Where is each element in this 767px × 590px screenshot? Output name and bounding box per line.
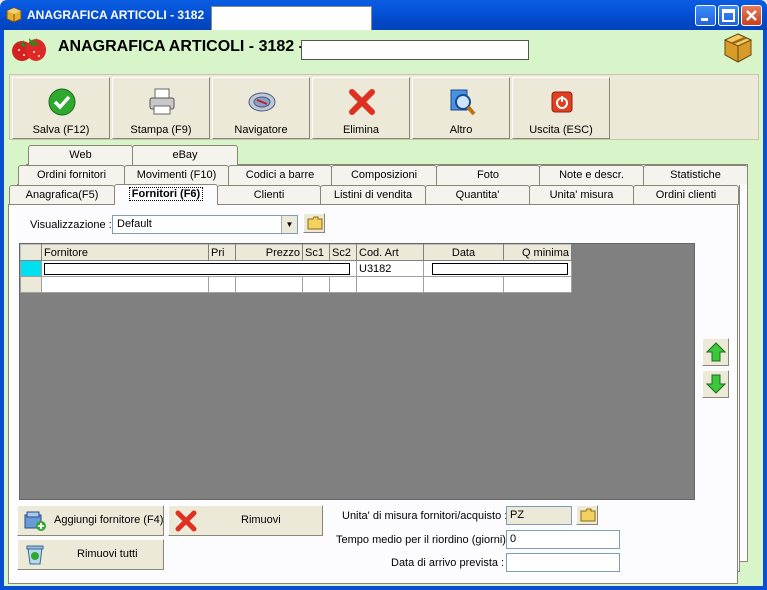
recycle-bin-icon xyxy=(26,545,44,565)
view-folder-button[interactable] xyxy=(303,213,325,233)
navigator-button[interactable]: Navigatore xyxy=(212,77,310,139)
tab-ordini-fornitori[interactable]: Ordini fornitori xyxy=(18,165,125,185)
toolbar: Salva (F12) Stampa (F9) Navigatore Elimi… xyxy=(9,74,759,140)
view-select[interactable]: Default ▼ xyxy=(112,215,298,234)
close-icon xyxy=(746,10,757,21)
table-header-row: Fornitore Pri Prezzo Sc1 Sc2 Cod. Art Da… xyxy=(20,244,572,261)
suppliers-grid[interactable]: Fornitore Pri Prezzo Sc1 Sc2 Cod. Art Da… xyxy=(19,243,695,500)
cell-fornitore[interactable] xyxy=(41,260,357,277)
arrival-date-label: Data di arrivo prevista : xyxy=(391,557,505,569)
suppliers-table: Fornitore Pri Prezzo Sc1 Sc2 Cod. Art Da… xyxy=(20,244,572,293)
delete-x-icon xyxy=(349,89,375,115)
lead-time-label: Tempo medio per il riordino (giorni) : xyxy=(336,534,513,546)
maximize-icon xyxy=(722,9,735,22)
delete-button[interactable]: Elimina xyxy=(312,77,410,139)
title-bar: ANAGRAFICA ARTICOLI - 3182 xyxy=(0,0,767,30)
check-icon xyxy=(48,88,76,116)
app-cube-icon xyxy=(6,7,22,23)
header-bar: ANAGRAFICA ARTICOLI - 3182 - xyxy=(4,30,763,68)
cell-data[interactable] xyxy=(423,260,572,277)
table-row[interactable]: U3182 xyxy=(20,260,572,277)
tab-ordini-clienti[interactable]: Ordini clienti xyxy=(633,185,739,205)
power-icon xyxy=(551,91,573,113)
col-fornitore[interactable]: Fornitore xyxy=(41,244,209,261)
col-sc2[interactable]: Sc2 xyxy=(329,244,357,261)
tab-listini-di-vendita[interactable]: Listini di vendita xyxy=(320,185,426,205)
delete-x-icon xyxy=(175,510,197,532)
tab-anagrafica[interactable]: Anagrafica(F5) xyxy=(9,185,115,205)
row-selector[interactable] xyxy=(20,260,42,277)
tab-foto[interactable]: Foto xyxy=(436,165,540,185)
remove-all-button[interactable]: Rimuovi tutti xyxy=(17,539,164,570)
col-cod-art[interactable]: Cod. Art xyxy=(356,244,424,261)
minimize-icon xyxy=(701,18,708,21)
print-button[interactable]: Stampa (F9) xyxy=(112,77,210,139)
tab-quantita[interactable]: Quantita' xyxy=(425,185,530,205)
move-down-button[interactable] xyxy=(702,370,729,398)
folder-icon xyxy=(580,508,596,522)
arrow-down-icon xyxy=(706,374,726,394)
close-window-button[interactable] xyxy=(741,5,762,26)
window-title: ANAGRAFICA ARTICOLI - 3182 xyxy=(27,8,205,22)
maximize-button[interactable] xyxy=(718,5,739,26)
save-button[interactable]: Salva (F12) xyxy=(12,77,110,139)
minimize-button[interactable] xyxy=(695,5,716,26)
tab-fornitori[interactable]: Fornitori (F6) xyxy=(114,184,218,205)
navigator-icon xyxy=(248,92,276,112)
col-q-minima[interactable]: Q minima xyxy=(503,244,572,261)
strawberry-icon xyxy=(12,38,46,61)
tab-ebay[interactable]: eBay xyxy=(132,145,238,165)
lead-time-field[interactable]: 0 xyxy=(506,530,620,549)
arrow-up-icon xyxy=(706,342,726,362)
col-prezzo[interactable]: Prezzo xyxy=(235,244,303,261)
col-pri[interactable]: Pri xyxy=(208,244,236,261)
title-input-box xyxy=(301,40,529,60)
col-sc1[interactable]: Sc1 xyxy=(302,244,330,261)
printer-icon xyxy=(149,88,175,115)
unit-field[interactable]: PZ xyxy=(506,506,572,525)
view-label: Visualizzazione : xyxy=(30,219,112,231)
add-supplier-icon xyxy=(24,511,46,531)
move-up-button[interactable] xyxy=(702,338,729,366)
tab-clienti[interactable]: Clienti xyxy=(217,185,321,205)
folder-icon xyxy=(307,216,323,230)
exit-button[interactable]: Uscita (ESC) xyxy=(512,77,610,139)
other-button[interactable]: Altro xyxy=(412,77,510,139)
page-title: ANAGRAFICA ARTICOLI - 3182 - xyxy=(58,38,304,55)
table-row-new[interactable] xyxy=(20,276,572,293)
add-supplier-button[interactable]: Aggiungi fornitore (F4) xyxy=(17,505,164,536)
tab-composizioni[interactable]: Composizioni xyxy=(331,165,437,185)
col-data[interactable]: Data xyxy=(423,244,504,261)
arrival-date-field[interactable] xyxy=(506,553,620,572)
cell-cod-art[interactable]: U3182 xyxy=(356,260,424,277)
cube-icon xyxy=(723,33,753,63)
remove-button[interactable]: Rimuovi xyxy=(168,505,323,536)
unit-folder-button[interactable] xyxy=(576,505,598,525)
unit-label: Unita' di misura fornitori/acquisto : xyxy=(342,510,508,522)
search-icon xyxy=(450,89,476,116)
tab-unita-misura[interactable]: Unita' misura xyxy=(529,185,634,205)
tab-movimenti[interactable]: Movimenti (F10) xyxy=(124,165,229,185)
tab-note-descr[interactable]: Note e descr. xyxy=(539,165,644,185)
tab-codici-a-barre[interactable]: Codici a barre xyxy=(228,165,332,185)
tab-statistiche[interactable]: Statistiche xyxy=(643,165,748,185)
chevron-down-icon[interactable]: ▼ xyxy=(281,216,297,233)
tab-web[interactable]: Web xyxy=(28,145,133,165)
